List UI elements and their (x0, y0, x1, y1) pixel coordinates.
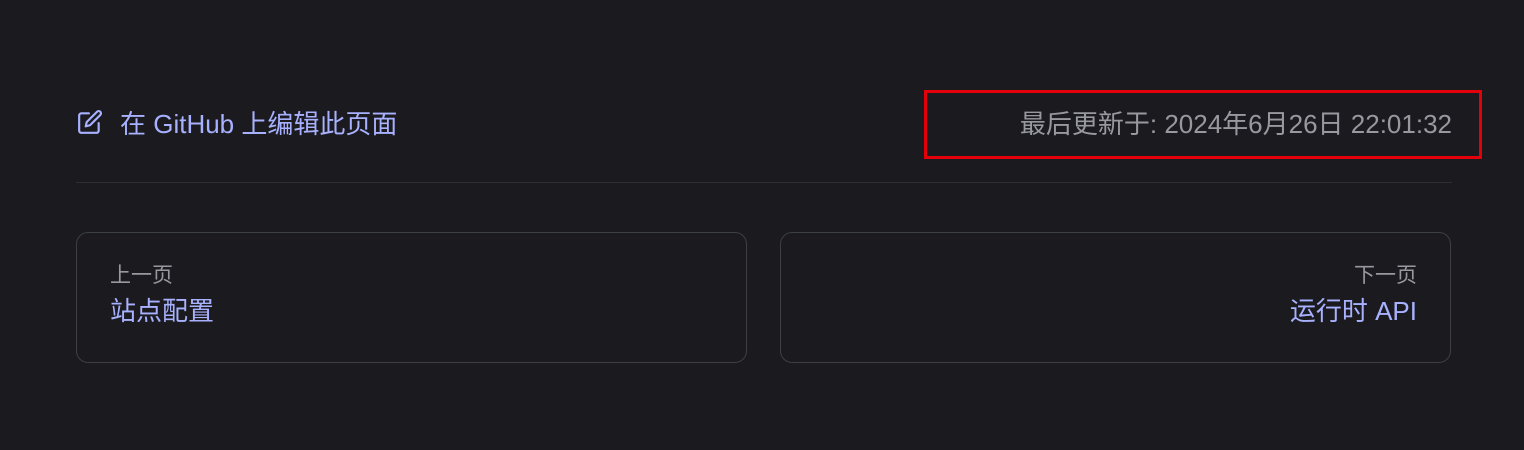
highlight-box (924, 90, 1482, 159)
next-page-link[interactable]: 下一页 运行时 API (780, 232, 1451, 363)
next-page-title: 运行时 API (1289, 296, 1417, 326)
prev-page-link[interactable]: 上一页 站点配置 (76, 232, 747, 363)
edit-icon (76, 108, 104, 136)
next-page-desc: 下一页 (1354, 264, 1417, 287)
divider (76, 182, 1452, 183)
edit-on-github-link[interactable]: 在 GitHub 上编辑此页面 (76, 104, 397, 140)
prev-page-title: 站点配置 (110, 296, 215, 326)
prev-page-desc: 上一页 (110, 264, 173, 287)
edit-link-label: 在 GitHub 上编辑此页面 (120, 108, 398, 139)
